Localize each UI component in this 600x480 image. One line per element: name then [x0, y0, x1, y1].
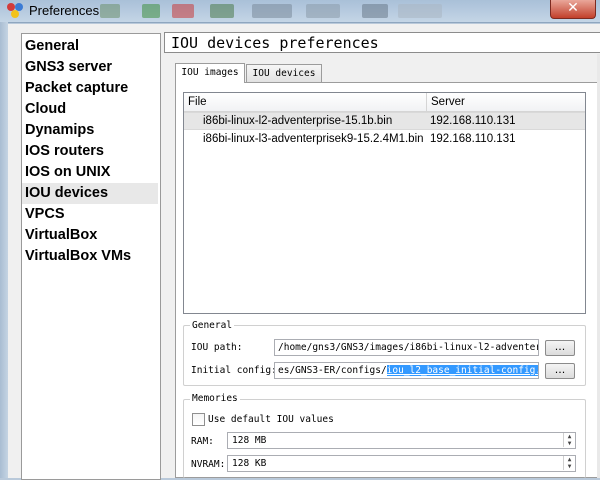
window-title: Preferences — [29, 3, 100, 18]
background-window-decoration — [306, 4, 340, 18]
background-window-decoration — [252, 4, 292, 18]
tab-iou-images[interactable]: IOU images — [175, 63, 245, 83]
sidebar-item-iou-devices[interactable]: IOU devices — [22, 183, 158, 204]
table-row[interactable]: i86bi-linux-l3-adventerprisek9-15.2.4M1.… — [184, 130, 585, 148]
column-header-server[interactable]: Server — [426, 93, 585, 111]
row-file: i86bi-linux-l3-adventerprisek9-15.2.4M1.… — [203, 133, 424, 145]
window-frame-left — [0, 22, 8, 478]
sidebar-item-packet-capture[interactable]: Packet capture — [22, 78, 158, 99]
initial-config-input[interactable]: es/GNS3-ER/configs/iou_l2_base_initial-c… — [274, 362, 539, 379]
initial-config-path-prefix: es/GNS3-ER/configs/ — [278, 365, 387, 376]
sidebar-item-vpcs[interactable]: VPCS — [22, 204, 158, 225]
sidebar-item-cloud[interactable]: Cloud — [22, 99, 158, 120]
nvram-spinbox[interactable]: 128 KB ▲ ▼ — [227, 455, 576, 472]
ram-value: 128 MB — [232, 435, 267, 446]
sidebar-item-ios-on-unix[interactable]: IOS on UNIX — [22, 162, 158, 183]
ram-spin-buttons[interactable]: ▲ ▼ — [563, 433, 575, 448]
iou-path-browse-button[interactable]: ... — [545, 340, 575, 356]
background-window-decoration — [142, 4, 160, 18]
window-titlebar[interactable]: Preferences ✕ — [0, 0, 600, 23]
use-default-iou-values-checkbox[interactable] — [192, 413, 205, 426]
use-default-iou-values-label[interactable]: Use default IOU values — [208, 414, 334, 426]
close-button[interactable]: ✕ — [550, 0, 596, 19]
background-window-decoration — [210, 4, 234, 18]
iou-images-table[interactable]: File Server i86bi-linux-l2-adventerprise… — [183, 92, 586, 314]
nvram-spin-buttons[interactable]: ▲ ▼ — [563, 456, 575, 471]
spin-up-icon[interactable]: ▲ — [563, 433, 575, 440]
tab-iou-devices[interactable]: IOU devices — [246, 64, 322, 82]
page-title: IOU devices preferences — [164, 32, 600, 53]
background-window-decoration — [172, 4, 194, 18]
iou-path-input[interactable]: /home/gns3/GNS3/images/i86bi-linux-l2-ad… — [274, 339, 539, 356]
sidebar-item-gns3-server[interactable]: GNS3 server — [22, 57, 158, 78]
initial-config-label: Initial config: — [191, 365, 277, 376]
row-server: 192.168.110.131 — [430, 133, 516, 145]
initial-config-selected-text: iou_l2_base_initial-config.txt — [386, 365, 538, 376]
row-server: 192.168.110.131 — [430, 115, 516, 127]
memories-group-title: Memories — [190, 393, 240, 404]
spin-up-icon[interactable]: ▲ — [563, 456, 575, 463]
column-header-file[interactable]: File — [184, 93, 426, 111]
sidebar-item-virtualbox[interactable]: VirtualBox — [22, 225, 158, 246]
nvram-value: 128 KB — [232, 458, 267, 469]
background-window-decoration — [100, 4, 120, 18]
sidebar-item-virtualbox-vms[interactable]: VirtualBox VMs — [22, 246, 158, 267]
background-window-decoration — [398, 4, 442, 18]
ram-label: RAM: — [191, 436, 214, 447]
nvram-label: NVRAM: — [191, 459, 226, 470]
gns3-app-icon — [7, 3, 25, 19]
general-group-title: General — [190, 320, 235, 331]
table-row[interactable]: i86bi-linux-l2-adventerprise-15.1b.bin 1… — [184, 112, 585, 130]
sidebar-item-general[interactable]: General — [22, 36, 158, 57]
initial-config-browse-button[interactable]: ... — [545, 363, 575, 379]
spin-down-icon[interactable]: ▼ — [563, 440, 575, 447]
background-window-decoration — [362, 4, 388, 18]
spin-down-icon[interactable]: ▼ — [563, 463, 575, 470]
table-header: File Server — [184, 93, 585, 112]
sidebar-item-ios-routers[interactable]: IOS routers — [22, 141, 158, 162]
preferences-sidebar[interactable]: General GNS3 server Packet capture Cloud… — [21, 33, 161, 480]
iou-path-label: IOU path: — [191, 342, 243, 353]
ram-spinbox[interactable]: 128 MB ▲ ▼ — [227, 432, 576, 449]
sidebar-item-dynamips[interactable]: Dynamips — [22, 120, 158, 141]
row-file: i86bi-linux-l2-adventerprise-15.1b.bin — [203, 115, 393, 127]
close-icon: ✕ — [567, 0, 579, 16]
